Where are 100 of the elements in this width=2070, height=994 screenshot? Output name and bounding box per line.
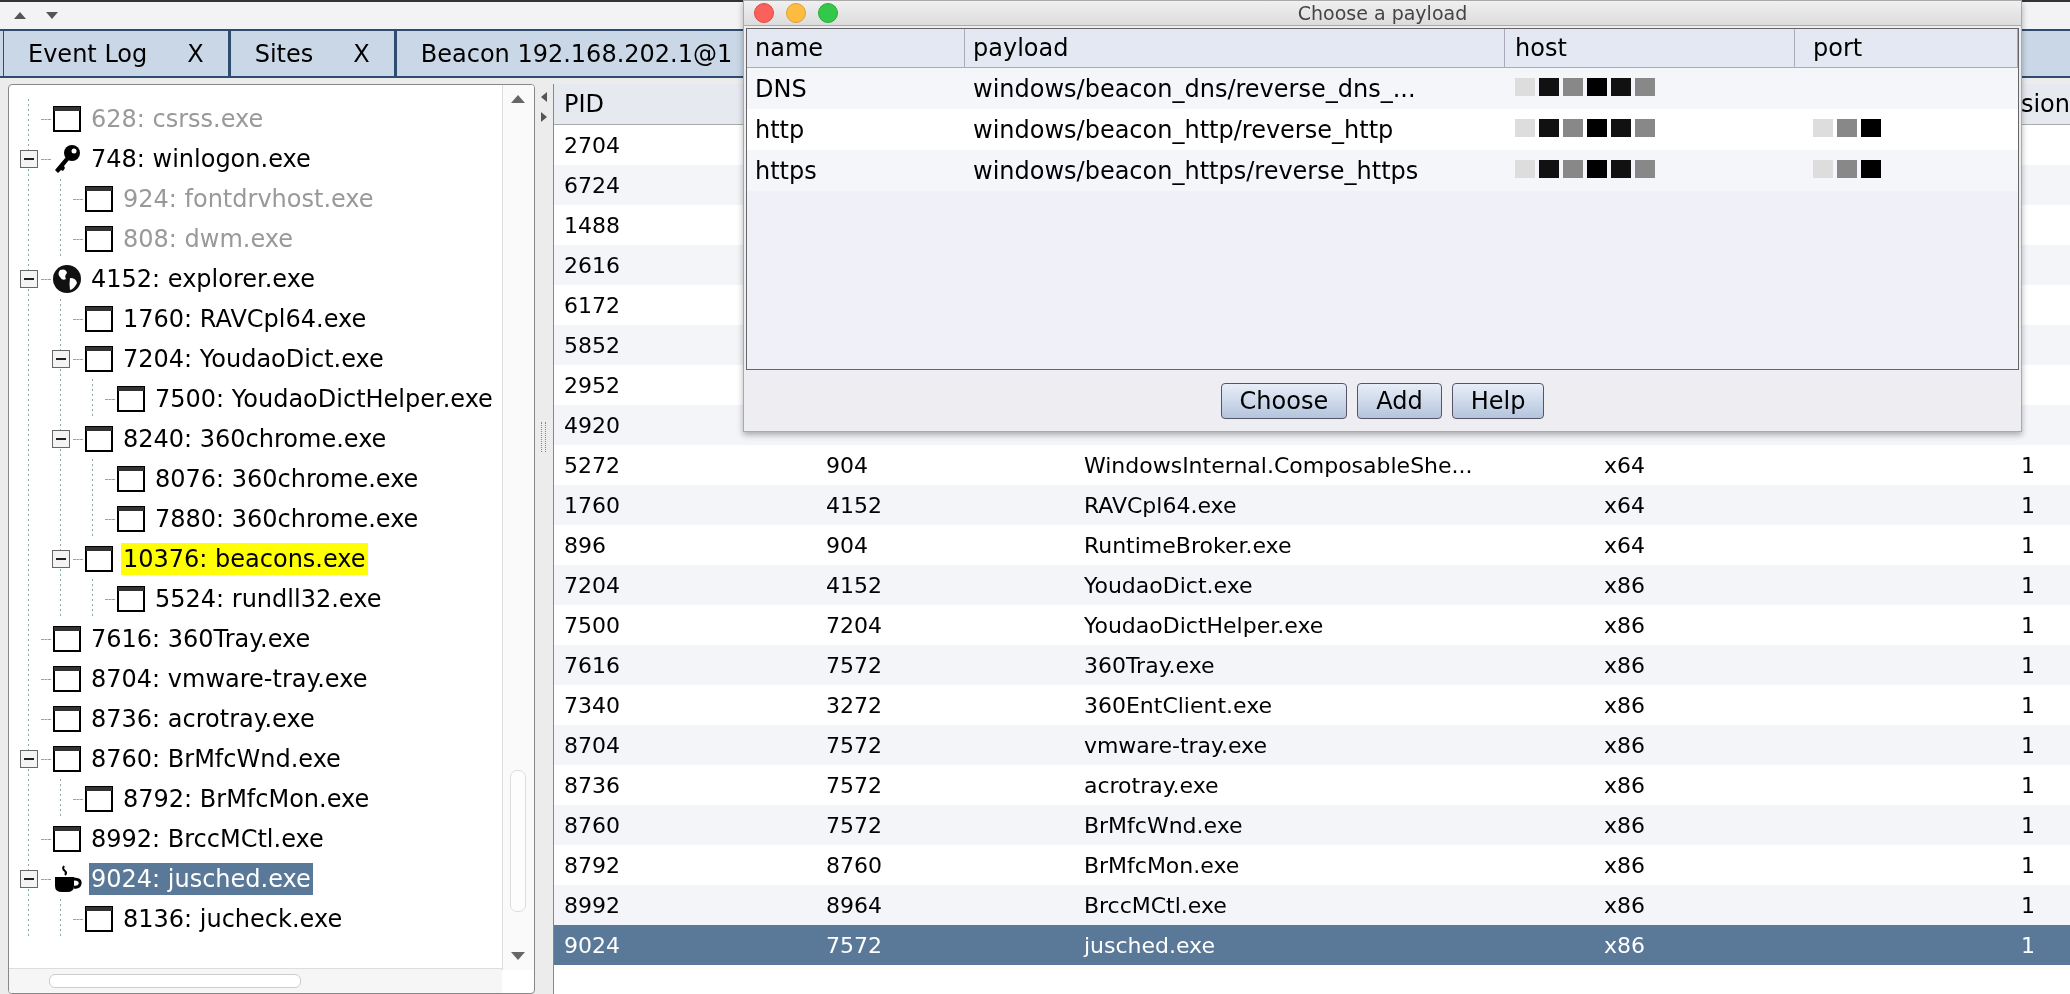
table-cell: RuntimeBroker.exe: [1083, 532, 1292, 558]
table-cell: RAVCpl64.exe: [1083, 492, 1237, 518]
table-row[interactable]: http windows/beacon_http/reverse_http: [747, 109, 2018, 150]
tree-node[interactable]: 8792: BrMfcMon.exe: [121, 783, 372, 815]
table-cell: 7204: [825, 612, 882, 638]
table-row[interactable]: DNS windows/beacon_dns/reverse_dns_...: [747, 68, 2018, 109]
table-cell: 7572: [825, 772, 882, 798]
down-arrow-icon[interactable]: [46, 12, 58, 19]
close-tab-button[interactable]: X: [187, 39, 204, 68]
tree-node[interactable]: 10376: beacons.exe: [121, 543, 368, 575]
tree-node[interactable]: 7204: YoudaoDict.exe: [121, 343, 386, 375]
table-cell: WindowsInternal.ComposableShe...: [1083, 452, 1473, 478]
table-cell: 1: [2020, 892, 2035, 918]
dialog-button[interactable]: Choose: [1220, 382, 1348, 419]
table-row[interactable]: 7500 7204 YoudaoDictHelper.exe x86 1: [553, 605, 2070, 645]
table-row[interactable]: 7340 3272 360EntClient.exe x86 1: [553, 685, 2070, 725]
table-cell: 7340: [563, 692, 620, 718]
scroll-down-icon[interactable]: [511, 952, 526, 960]
table-row[interactable]: 8760 7572 BrMfcWnd.exe x86 1: [553, 805, 2070, 845]
table-cell: 1: [2020, 852, 2035, 878]
left-arrow-icon[interactable]: [540, 92, 547, 102]
tab-label[interactable]: Sites: [254, 39, 314, 68]
window-icon: [117, 506, 145, 532]
column-header[interactable]: name: [747, 29, 965, 67]
horizontal-scrollbar[interactable]: [9, 968, 502, 993]
collapse-toggle-icon[interactable]: [52, 350, 70, 368]
table-cell: 6724: [563, 172, 620, 198]
window-icon: [53, 106, 81, 132]
table-cell: x86: [1603, 892, 1645, 918]
window-icon: [53, 626, 81, 652]
table-cell: x86: [1603, 652, 1645, 678]
vertical-scrollbar[interactable]: [501, 85, 534, 970]
tree-node[interactable]: 8240: 360chrome.exe: [121, 423, 389, 455]
tree-node[interactable]: 8760: BrMfcWnd.exe: [89, 743, 343, 775]
tab[interactable]: Event Log X: [3, 31, 230, 76]
tree-node[interactable]: 9024: jusched.exe: [89, 863, 313, 895]
up-arrow-icon[interactable]: [14, 12, 26, 19]
table-cell: x86: [1603, 612, 1645, 638]
column-header[interactable]: port: [1795, 29, 2018, 67]
tree-node[interactable]: 8136: jucheck.exe: [121, 903, 345, 935]
window-icon: [85, 226, 113, 252]
collapse-toggle-icon[interactable]: [20, 870, 38, 888]
table-row[interactable]: https windows/beacon_https/reverse_https: [747, 150, 2018, 191]
table-row[interactable]: 8704 7572 vmware-tray.exe x86 1: [553, 725, 2070, 765]
window-icon: [53, 826, 81, 852]
table-row[interactable]: 8792 8760 BrMfcMon.exe x86 1: [553, 845, 2070, 885]
tree-node[interactable]: 5524: rundll32.exe: [153, 583, 384, 615]
scroll-up-icon[interactable]: [511, 95, 526, 103]
tree-node[interactable]: 1760: RAVCpl64.exe: [121, 303, 369, 335]
tab[interactable]: Sites X: [229, 31, 396, 76]
collapse-toggle-icon[interactable]: [20, 270, 38, 288]
scrollbar-thumb[interactable]: [49, 974, 301, 988]
table-cell: 8736: [563, 772, 620, 798]
table-row[interactable]: 9024 7572 jusched.exe x86 1: [553, 925, 2070, 965]
table-cell: x64: [1603, 532, 1645, 558]
tree-node[interactable]: 7616: 360Tray.exe: [89, 623, 313, 655]
table-cell: 904: [825, 452, 868, 478]
table-row[interactable]: 896 904 RuntimeBroker.exe x64 1: [553, 525, 2070, 565]
tree-node[interactable]: 7880: 360chrome.exe: [153, 503, 421, 535]
grip-icon[interactable]: [541, 422, 547, 452]
tree-node[interactable]: 4152: explorer.exe: [89, 263, 317, 295]
tree-node[interactable]: 8992: BrccMCtl.exe: [89, 823, 326, 855]
collapse-toggle-icon[interactable]: [20, 150, 38, 168]
tab-label[interactable]: Event Log: [28, 39, 148, 68]
tree-node[interactable]: 7500: YoudaoDictHelper.exe: [153, 383, 495, 415]
table-cell: 8704: [563, 732, 620, 758]
table-cell: 8760: [825, 852, 882, 878]
tab-label[interactable]: Beacon 192.168.202.1@1: [420, 39, 733, 68]
table-cell: vmware-tray.exe: [1083, 732, 1267, 758]
table-row[interactable]: 1760 4152 RAVCpl64.exe x64 1: [553, 485, 2070, 525]
right-arrow-icon[interactable]: [540, 112, 547, 122]
tree-node[interactable]: 8736: acrotray.exe: [89, 703, 317, 735]
table-cell: 7500: [563, 612, 620, 638]
close-button[interactable]: [754, 3, 774, 23]
window-icon: [117, 386, 145, 412]
table-cell: 7572: [825, 652, 882, 678]
collapse-toggle-icon[interactable]: [52, 550, 70, 568]
window-icon: [85, 426, 113, 452]
scrollbar-thumb[interactable]: [510, 770, 527, 912]
table-cell: 3272: [825, 692, 882, 718]
tree-node[interactable]: 8076: 360chrome.exe: [153, 463, 421, 495]
table-row[interactable]: 7204 4152 YoudaoDict.exe x86 1: [553, 565, 2070, 605]
table-cell: x86: [1603, 732, 1645, 758]
tree-node[interactable]: 8704: vmware-tray.exe: [89, 663, 370, 695]
zoom-button[interactable]: [818, 3, 838, 23]
table-cell: 7572: [825, 732, 882, 758]
close-tab-button[interactable]: X: [353, 39, 370, 68]
table-row[interactable]: 7616 7572 360Tray.exe x86 1: [553, 645, 2070, 685]
column-header[interactable]: payload: [965, 29, 1505, 67]
dialog-button[interactable]: Help: [1451, 382, 1545, 419]
table-cell: 4920: [563, 412, 620, 438]
tree-node[interactable]: 748: winlogon.exe: [89, 143, 313, 175]
table-row[interactable]: 8736 7572 acrotray.exe x86 1: [553, 765, 2070, 805]
table-row[interactable]: 8992 8964 BrccMCtl.exe x86 1: [553, 885, 2070, 925]
dialog-button[interactable]: Add: [1357, 382, 1442, 419]
column-header[interactable]: host: [1505, 29, 1795, 67]
collapse-toggle-icon[interactable]: [52, 430, 70, 448]
table-row[interactable]: 5272 904 WindowsInternal.ComposableShe... x64 1: [553, 445, 2070, 485]
table-cell: 7616: [563, 652, 620, 678]
collapse-toggle-icon[interactable]: [20, 750, 38, 768]
